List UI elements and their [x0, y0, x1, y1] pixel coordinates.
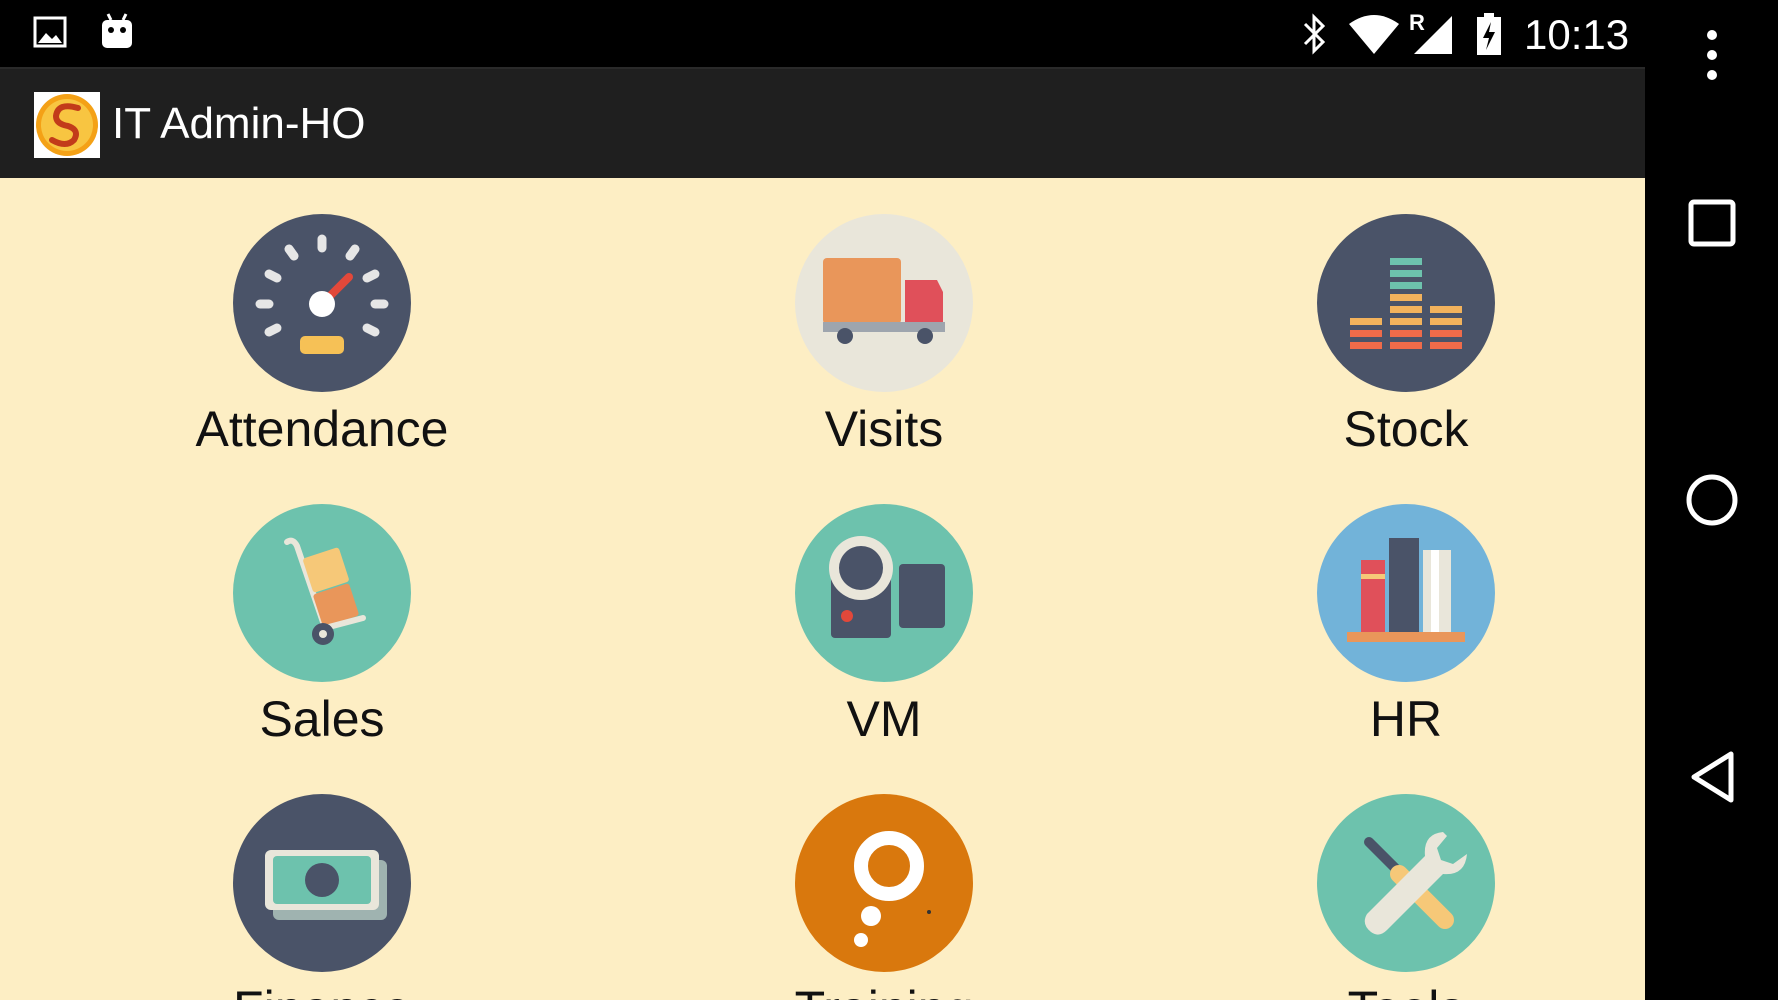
recents-icon[interactable]: [1645, 199, 1778, 247]
tile-label: Attendance: [195, 401, 449, 457]
tile-attendance[interactable]: Attendance: [152, 214, 492, 458]
bluetooth-icon: [1303, 13, 1326, 55]
image-notification-icon: [33, 16, 67, 48]
wifi-icon: [1349, 15, 1399, 54]
cash-icon: [233, 794, 411, 972]
tile-vm[interactable]: VM: [714, 504, 1054, 748]
stacked-bars-icon: [1317, 214, 1495, 392]
thought-bubble-icon: [795, 794, 973, 972]
tile-training[interactable]: Training: [714, 794, 1054, 1000]
tile-label: Visits: [824, 401, 944, 457]
tile-tools[interactable]: Tools: [1236, 794, 1576, 1000]
status-bar: R 10:13: [0, 0, 1645, 67]
back-icon[interactable]: [1645, 750, 1778, 804]
battery-charging-icon: [1477, 13, 1501, 55]
tile-label: Training: [714, 980, 1054, 1000]
app-title: IT Admin-HO: [112, 99, 366, 148]
books-icon: [1317, 504, 1495, 682]
tile-stock[interactable]: Stock: [1236, 214, 1576, 458]
video-camera-icon: [795, 504, 973, 682]
screwdriver-wrench-icon: [1317, 794, 1495, 972]
dashboard-grid: Attendance Visits Stock Sales VM HR: [0, 178, 1645, 1000]
app-logo-icon[interactable]: [34, 92, 100, 158]
status-time: 10:13: [1524, 11, 1630, 58]
speedometer-icon: [233, 214, 411, 392]
signal-icon: [1414, 16, 1452, 54]
tile-visits[interactable]: Visits: [714, 214, 1054, 458]
overflow-menu-icon[interactable]: [1645, 28, 1778, 82]
tile-hr[interactable]: HR: [1236, 504, 1576, 748]
tile-label: Stock: [1343, 401, 1469, 457]
tile-label: HR: [1369, 691, 1443, 747]
android-notification-icon: [102, 13, 132, 48]
hand-truck-icon: [233, 504, 411, 682]
tile-label: Tools: [1236, 980, 1576, 1000]
tile-label: Finance: [152, 980, 492, 1000]
tile-label: VM: [846, 691, 922, 747]
navigation-bar: [1645, 0, 1778, 1000]
tile-sales[interactable]: Sales: [152, 504, 492, 748]
tile-finance[interactable]: Finance: [152, 794, 492, 1000]
home-icon[interactable]: [1645, 473, 1778, 527]
action-bar: IT Admin-HO: [0, 67, 1645, 180]
truck-icon: [795, 214, 973, 392]
tile-label: Sales: [259, 691, 385, 747]
